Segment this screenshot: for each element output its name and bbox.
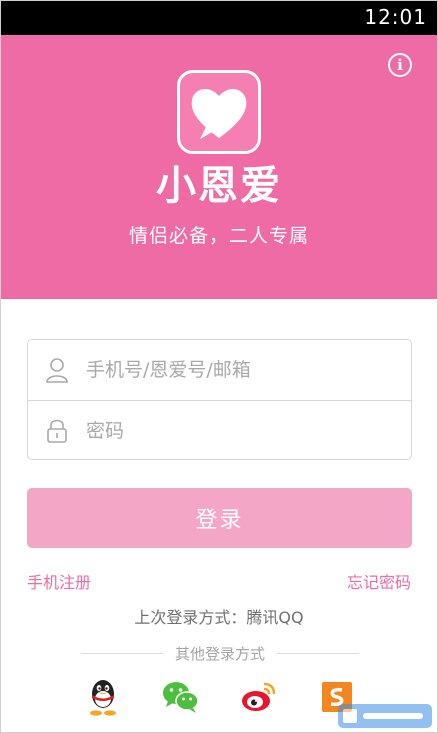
login-form [27, 339, 412, 460]
qq-login-button[interactable] [83, 677, 123, 717]
app-logo [177, 70, 261, 154]
password-row [28, 400, 411, 459]
wechat-login-button[interactable] [161, 677, 201, 717]
app-slogan: 情侣必备，二人专属 [128, 225, 309, 247]
user-icon [28, 357, 86, 383]
lock-icon [28, 418, 86, 444]
status-bar: 12:01 [1, 1, 437, 35]
info-icon[interactable]: i [388, 53, 412, 77]
divider-line-right [277, 652, 360, 654]
heart-icon [191, 89, 247, 139]
account-input[interactable] [86, 350, 386, 390]
divider-line-left [81, 652, 163, 654]
password-input[interactable] [86, 411, 386, 451]
other-login-divider: 其他登录方式 [81, 641, 360, 665]
account-row [28, 340, 411, 400]
last-login-method: 上次登录方式：腾讯QQ [134, 608, 304, 627]
weibo-icon [242, 682, 276, 711]
login-button[interactable]: 登录 [27, 488, 412, 548]
app-name: 小恩爱 [156, 163, 282, 209]
qq-penguin-icon [90, 680, 116, 716]
watermark-logo [338, 704, 432, 728]
login-screen: 12:01 i 小恩爱 情侣必备，二人专属 手机号/恩爱号/邮箱 登录 手机注册… [0, 0, 438, 733]
other-login-label: 其他登录方式 [175, 644, 266, 663]
register-link[interactable]: 手机注册 [27, 569, 91, 593]
header-banner: i 小恩爱 情侣必备，二人专属 [1, 35, 437, 299]
status-time: 12:01 [364, 5, 427, 29]
forgot-password-link[interactable]: 忘记密码 [347, 569, 411, 593]
weibo-login-button[interactable] [239, 677, 279, 717]
wechat-icon [163, 682, 199, 713]
